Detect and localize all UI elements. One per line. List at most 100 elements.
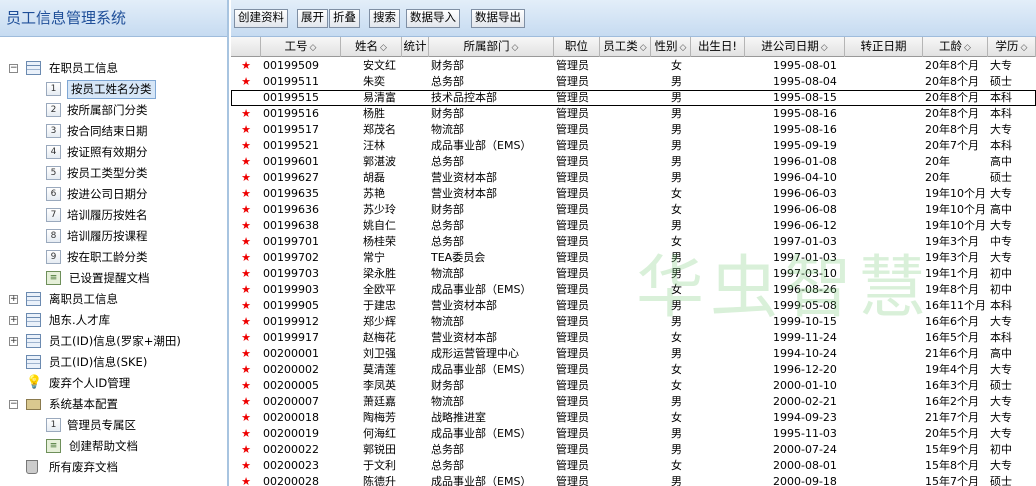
cell-join-date: 1995-08-04 <box>773 75 837 88</box>
tree-item[interactable]: 1 管理员专属区 <box>0 415 227 436</box>
star-icon: ★ <box>241 379 251 392</box>
tree-item[interactable]: 2 按所属部门分类 <box>0 100 227 121</box>
column-header[interactable]: 工龄 ◇ <box>923 37 988 57</box>
cell-dept: 成品事业部（EMS） <box>431 139 532 152</box>
table-row[interactable]: ★ 00199636 苏少玲 财务部 管理员 女 1996-06-08 19年10个月 高中 <box>231 202 1036 218</box>
column-header[interactable]: 进公司日期 ◇ <box>745 37 845 57</box>
app-window: 员工信息管理系统 − 在职员工信息 1 按员工姓名分类 2 按所属部门分类 3 按合同结束日期… <box>0 0 1036 486</box>
column-header[interactable]: 性别 ◇ <box>651 37 691 57</box>
table-row[interactable]: ★ 00199638 姚自仁 总务部 管理员 男 1996-06-12 19年10个月 大专 <box>231 218 1036 234</box>
tree-item[interactable]: 所有废弃文档 <box>0 457 227 478</box>
tree-item[interactable]: + 员工(ID)信息(罗家+潮田) <box>0 331 227 352</box>
table-row[interactable]: ★ 00200022 郭锐田 总务部 管理员 男 2000-07-24 15年9个月 初中 <box>231 442 1036 458</box>
expand-button[interactable]: 展开 <box>297 9 328 28</box>
tree-item[interactable]: 💡 废弃个人ID管理 <box>0 373 227 394</box>
cell-join-date: 2000-09-18 <box>773 475 837 486</box>
table-row[interactable]: ★ 00199903 全欧平 成品事业部（EMS） 管理员 女 1996-08-26 19年8… <box>231 282 1036 298</box>
create-record-button[interactable]: 创建资料 <box>234 9 288 28</box>
tree-item[interactable]: 1 按员工姓名分类 <box>0 79 227 100</box>
table-row[interactable]: ★ 00200018 陶梅芳 战略推进室 管理员 女 1994-09-23 21年7个月 大专 <box>231 410 1036 426</box>
sort-icon[interactable]: ◇ <box>964 43 971 53</box>
column-header[interactable]: 员工类 ◇ <box>600 37 651 57</box>
tree-item[interactable]: 8 培训履历按课程 <box>0 226 227 247</box>
sort-icon[interactable]: ◇ <box>310 43 317 53</box>
cell-seniority: 20年7个月 <box>925 139 979 152</box>
column-header[interactable]: 所属部门 ◇ <box>429 37 554 57</box>
cell-join-date: 1995-08-01 <box>773 59 837 72</box>
table-row[interactable]: ★ 00200002 莫清莲 成品事业部（EMS） 管理员 女 1996-12-20 19年4… <box>231 362 1036 378</box>
expand-icon[interactable]: + <box>9 337 18 346</box>
table-row[interactable]: ★ 00199701 杨桂荣 总务部 管理员 女 1997-01-03 19年3个月 中专 <box>231 234 1036 250</box>
table-row[interactable]: ★ 00199917 赵梅花 营业资材本部 管理员 女 1999-11-24 16年5个月 本科 <box>231 330 1036 346</box>
search-button[interactable]: 搜索 <box>369 9 400 28</box>
tree-item[interactable]: 4 按证照有效期分 <box>0 142 227 163</box>
table-row[interactable]: ★ 00199516 杨胜 财务部 管理员 男 1995-08-16 20年8个月 本科 <box>231 106 1036 122</box>
table-row[interactable]: ★ 00200007 萧廷嘉 物流部 管理员 男 2000-02-21 16年2个月 大专 <box>231 394 1036 410</box>
table-row[interactable]: ★ 00199509 安文红 财务部 管理员 女 1995-08-01 20年8个月 大专 <box>231 58 1036 74</box>
tree-item[interactable]: + 旭东.人才库 <box>0 310 227 331</box>
table-row[interactable]: ★ 00199627 胡磊 营业资材本部 管理员 男 1996-04-10 20年 硕士 <box>231 170 1036 186</box>
tree-item[interactable]: 员工(ID)信息(SKE) <box>0 352 227 373</box>
table-row[interactable]: ★ 00199702 常宁 TEA委员会 管理员 男 1997-01-03 19年3个月 大专 <box>231 250 1036 266</box>
cell-dept: 成品事业部（EMS） <box>431 283 532 296</box>
toolbar: 创建资料 展开 折叠 搜索 数据导入 数据导出 <box>231 0 1036 37</box>
column-header[interactable]: 出生日! <box>691 37 745 57</box>
table-row[interactable]: ★ 00199521 汪林 成品事业部（EMS） 管理员 男 1995-09-19 20年7个… <box>231 138 1036 154</box>
cell-seniority: 19年3个月 <box>925 251 979 264</box>
cell-education: 中专 <box>990 235 1012 248</box>
collapse-button[interactable]: 折叠 <box>329 9 360 28</box>
tree-item[interactable]: 5 按员工类型分类 <box>0 163 227 184</box>
cell-seniority: 21年7个月 <box>925 411 979 424</box>
table-row[interactable]: ★ 00199511 朱奕 总务部 管理员 男 1995-08-04 20年8个月 硕士 <box>231 74 1036 90</box>
data-export-button[interactable]: 数据导出 <box>471 9 525 28</box>
tree-item[interactable]: 3 按合同结束日期 <box>0 121 227 142</box>
column-header[interactable]: 姓名 ◇ <box>341 37 402 57</box>
cell-id: 00199702 <box>263 251 319 264</box>
collapse-icon[interactable]: − <box>9 400 18 409</box>
table-row[interactable]: ★ 00199912 郑少辉 物流部 管理员 男 1999-10-15 16年6个月 大专 <box>231 314 1036 330</box>
tree-item[interactable]: + 离职员工信息 <box>0 289 227 310</box>
table-row[interactable]: ★ 00200001 刘卫强 成形运营管理中心 管理员 男 1994-10-24 21年6个月… <box>231 346 1036 362</box>
column-header[interactable]: 工号 ◇ <box>261 37 341 57</box>
tree-item[interactable]: 9 按在职工龄分类 <box>0 247 227 268</box>
tree-item[interactable]: − 在职员工信息 <box>0 58 227 79</box>
table-row[interactable]: ★ 00199635 苏艳 营业资材本部 管理员 女 1996-06-03 19年10个月 大专 <box>231 186 1036 202</box>
sort-icon[interactable]: ◇ <box>680 43 687 53</box>
sort-icon[interactable]: ◇ <box>821 43 828 53</box>
cell-seniority: 16年2个月 <box>925 395 979 408</box>
tree-item[interactable]: 6 按进公司日期分 <box>0 184 227 205</box>
cell-gender: 女 <box>671 59 682 72</box>
column-header[interactable]: 转正日期 <box>845 37 923 57</box>
column-header[interactable]: 职位 <box>554 37 600 57</box>
table-row[interactable]: ★ 00200005 李凤英 财务部 管理员 女 2000-01-10 16年3个月 硕士 <box>231 378 1036 394</box>
document-icon: ≡ <box>46 439 61 453</box>
tree-item[interactable]: ≡ 创建帮助文档 <box>0 436 227 457</box>
tree-item[interactable]: 7 培训履历按姓名 <box>0 205 227 226</box>
table-row[interactable]: ★ 00200028 陈德升 成品事业部（EMS） 管理员 男 2000-09-18 15年7… <box>231 474 1036 486</box>
table-row[interactable]: ★ 00199517 郑茂名 物流部 管理员 男 1995-08-16 20年8个月 大专 <box>231 122 1036 138</box>
sort-icon[interactable]: ◇ <box>380 43 387 53</box>
sort-icon[interactable]: ◇ <box>512 43 519 53</box>
cell-dept: 营业资材本部 <box>431 299 497 312</box>
sort-icon[interactable]: ◇ <box>1021 43 1028 53</box>
table-row[interactable]: ★ 00200023 于文利 总务部 管理员 女 2000-08-01 15年8个月 大专 <box>231 458 1036 474</box>
tree-item[interactable]: ≡ 已设置提醒文档 <box>0 268 227 289</box>
column-header[interactable]: 学历 ◇ <box>988 37 1036 57</box>
cell-dept: 总务部 <box>431 219 464 232</box>
cell-id: 00199517 <box>263 123 319 136</box>
number-icon: 3 <box>46 124 61 138</box>
table-row[interactable]: ★ 00199905 于建忠 营业资材本部 管理员 男 1999-05-08 16年11个月本… <box>231 298 1036 314</box>
cell-join-date: 1996-06-12 <box>773 219 837 232</box>
table-row[interactable]: 00199515 易清富 技术品控本部 管理员 男 1995-08-15 20年8个月 本科 <box>231 90 1036 106</box>
table-row[interactable]: ★ 00200019 何海红 成品事业部（EMS） 管理员 男 1995-11-03 20年5… <box>231 426 1036 442</box>
data-import-button[interactable]: 数据导入 <box>406 9 460 28</box>
sort-icon[interactable]: ◇ <box>640 43 647 53</box>
cell-position: 管理员 <box>556 347 589 360</box>
tree-item[interactable]: − 系统基本配置 <box>0 394 227 415</box>
column-header[interactable]: 统计 <box>402 37 429 57</box>
table-row[interactable]: ★ 00199703 梁永胜 物流部 管理员 男 1997-03-10 19年1个月 初中 <box>231 266 1036 282</box>
table-row[interactable]: ★ 00199601 郭湛波 总务部 管理员 男 1996-01-08 20年 高中 <box>231 154 1036 170</box>
expand-icon[interactable]: + <box>9 295 18 304</box>
expand-icon[interactable]: + <box>9 316 18 325</box>
collapse-icon[interactable]: − <box>9 64 18 73</box>
